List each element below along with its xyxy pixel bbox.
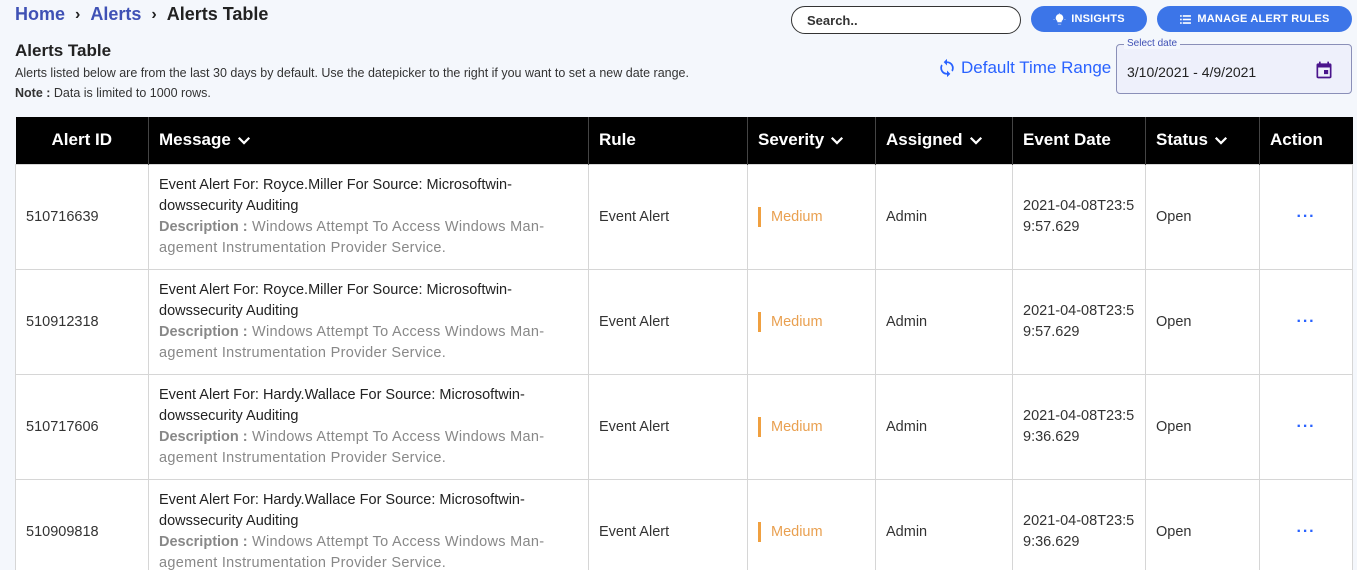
rule-cell: Event Alert — [588, 478, 748, 570]
table-row[interactable]: 510716639 Event Alert For: Royce.Miller … — [15, 163, 1353, 270]
column-label: Message — [159, 130, 231, 150]
row-actions-menu[interactable]: ··· — [1259, 268, 1353, 375]
event-date-cell: 2021-04-08T23:59:57.629 — [1012, 268, 1146, 375]
row-actions-menu[interactable]: ··· — [1259, 478, 1353, 570]
date-range-value: 3/10/2021 - 4/9/2021 — [1127, 64, 1257, 80]
alert-id-cell: 510717606 — [15, 373, 149, 480]
description-label: Description : — [159, 323, 248, 340]
column-header-severity[interactable]: Severity — [747, 117, 876, 164]
chevron-down-icon[interactable] — [967, 131, 985, 149]
message-title: Event Alert For: Hardy.Wallace For Sourc… — [159, 491, 525, 529]
search-input[interactable] — [791, 6, 1021, 34]
insights-label: INSIGHTS — [1071, 13, 1125, 25]
breadcrumb-separator: › — [151, 5, 157, 23]
severity-badge: Medium — [758, 521, 823, 542]
bulb-icon — [1053, 12, 1066, 24]
alert-id-cell: 510909818 — [15, 478, 149, 570]
message-title: Event Alert For: Royce.Miller For Source… — [159, 176, 512, 214]
message-cell: Event Alert For: Royce.Miller For Source… — [148, 163, 589, 270]
severity-badge: Medium — [758, 206, 823, 227]
event-date-cell: 2021-04-08T23:59:36.629 — [1012, 478, 1146, 570]
calendar-icon[interactable] — [1314, 60, 1334, 80]
table-row[interactable]: 510717606 Event Alert For: Hardy.Wallace… — [15, 373, 1353, 480]
row-actions-menu[interactable]: ··· — [1259, 163, 1353, 270]
rule-cell: Event Alert — [588, 268, 748, 375]
column-header-alert-id[interactable]: Alert ID — [15, 117, 149, 164]
default-time-range-label: Default Time Range — [961, 58, 1112, 77]
chevron-down-icon[interactable] — [828, 131, 846, 149]
refresh-icon — [940, 58, 954, 78]
note-label: Note : — [15, 86, 51, 100]
row-actions-menu[interactable]: ··· — [1259, 373, 1353, 480]
alert-id-cell: 510716639 — [15, 163, 149, 270]
column-header-message[interactable]: Message — [148, 117, 589, 164]
status-cell: Open — [1145, 478, 1260, 570]
column-label: Action — [1270, 130, 1323, 150]
column-label: Event Date — [1023, 130, 1111, 150]
status-cell: Open — [1145, 163, 1260, 270]
severity-cell: Medium — [747, 478, 876, 570]
severity-cell: Medium — [747, 268, 876, 375]
rule-cell: Event Alert — [588, 373, 748, 480]
severity-cell: Medium — [747, 163, 876, 270]
message-cell: Event Alert For: Hardy.Wallace For Sourc… — [148, 478, 589, 570]
assigned-cell: Admin — [875, 268, 1013, 375]
insights-button[interactable]: INSIGHTS — [1031, 6, 1147, 32]
severity-badge: Medium — [758, 311, 823, 332]
message-cell: Event Alert For: Royce.Miller For Source… — [148, 268, 589, 375]
date-range-picker[interactable]: Select date 3/10/2021 - 4/9/2021 — [1116, 38, 1352, 94]
severity-cell: Medium — [747, 373, 876, 480]
message-cell: Event Alert For: Hardy.Wallace For Sourc… — [148, 373, 589, 480]
column-label: Rule — [599, 130, 636, 150]
column-header-rule[interactable]: Rule — [588, 117, 748, 164]
alerts-page: Home › Alerts › Alerts Table INSIGHTS MA… — [0, 0, 1357, 570]
column-header-status[interactable]: Status — [1145, 117, 1260, 164]
column-header-assigned[interactable]: Assigned — [875, 117, 1013, 164]
column-header-event-date[interactable]: Event Date — [1012, 117, 1146, 164]
table-row[interactable]: 510912318 Event Alert For: Royce.Miller … — [15, 268, 1353, 375]
status-cell: Open — [1145, 373, 1260, 480]
table-header-row: Alert ID Message Rule Severity Assigned … — [15, 117, 1353, 164]
page-note: Note : Data is limited to 1000 rows. — [15, 86, 211, 100]
assigned-cell: Admin — [875, 163, 1013, 270]
description-label: Description : — [159, 428, 248, 445]
message-title: Event Alert For: Hardy.Wallace For Sourc… — [159, 386, 525, 424]
manage-alert-rules-label: MANAGE ALERT RULES — [1197, 13, 1330, 25]
chevron-down-icon[interactable] — [1212, 131, 1230, 149]
breadcrumb-separator: › — [75, 5, 81, 23]
note-text: Data is limited to 1000 rows. — [50, 86, 211, 100]
status-cell: Open — [1145, 268, 1260, 375]
breadcrumb-alerts-link[interactable]: Alerts — [90, 4, 141, 25]
page-description: Alerts listed below are from the last 30… — [15, 66, 689, 80]
chevron-down-icon[interactable] — [235, 131, 253, 149]
default-time-range-button[interactable]: Default Time Range — [937, 58, 1111, 78]
column-label: Status — [1156, 130, 1208, 150]
column-label: Assigned — [886, 130, 963, 150]
page-title: Alerts Table — [15, 41, 112, 60]
column-label: Severity — [758, 130, 825, 150]
list-icon — [1180, 14, 1192, 24]
assigned-cell: Admin — [875, 478, 1013, 570]
assigned-cell: Admin — [875, 373, 1013, 480]
column-header-action: Action — [1259, 117, 1353, 164]
description-label: Description : — [159, 533, 248, 550]
breadcrumb: Home › Alerts › Alerts Table — [15, 4, 268, 25]
date-picker-label: Select date — [1124, 38, 1181, 49]
description-label: Description : — [159, 218, 248, 235]
manage-alert-rules-button[interactable]: MANAGE ALERT RULES — [1157, 6, 1352, 32]
alerts-table: Alert ID Message Rule Severity Assigned … — [15, 117, 1353, 570]
breadcrumb-current: Alerts Table — [166, 4, 269, 24]
column-label: Alert ID — [51, 130, 112, 150]
breadcrumb-home-link[interactable]: Home — [15, 4, 65, 25]
table-row[interactable]: 510909818 Event Alert For: Hardy.Wallace… — [15, 478, 1353, 570]
event-date-cell: 2021-04-08T23:59:36.629 — [1012, 373, 1146, 480]
rule-cell: Event Alert — [588, 163, 748, 270]
message-title: Event Alert For: Royce.Miller For Source… — [159, 281, 512, 319]
severity-badge: Medium — [758, 416, 823, 437]
alert-id-cell: 510912318 — [15, 268, 149, 375]
event-date-cell: 2021-04-08T23:59:57.629 — [1012, 163, 1146, 270]
